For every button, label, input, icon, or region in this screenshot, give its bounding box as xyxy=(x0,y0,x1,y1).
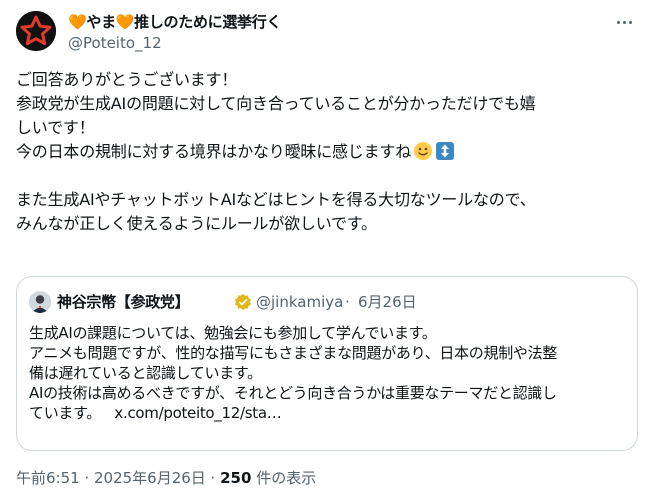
quoted-line: 備は遅れていると認識しています。 xyxy=(29,364,262,382)
quoted-tweet-link[interactable]: x.com/poteito_12/sta… xyxy=(114,404,281,422)
tweet-line xyxy=(16,164,641,188)
quoted-line: アニメも問題ですが、性的な描写にもさまざまな問題があり、日本の規制や法整 xyxy=(29,344,558,362)
tweet-timestamp[interactable]: 午前6:51 · 2025年6月26日 · xyxy=(16,469,220,487)
quoted-date: 6月26日 xyxy=(358,293,417,311)
quoted-tweet-text: 生成AIの課題については、勉強会にも参加して学んでいます。 アニメも問題ですが、… xyxy=(29,323,629,423)
more-options-icon[interactable] xyxy=(613,13,635,31)
views-label: 件の表示 xyxy=(251,469,317,487)
tweet-line: しいです！ xyxy=(16,118,95,137)
author-display-name[interactable]: 🧡やま🧡推しのために選挙行く xyxy=(68,12,281,32)
tweet-header: 🧡やま🧡推しのために選挙行く @Poteito_12 xyxy=(16,11,637,59)
up-down-arrow-icon xyxy=(436,142,455,160)
quoted-author-handle: @jinkamiya xyxy=(256,293,344,311)
quoted-line: ています。 xyxy=(29,404,102,422)
view-count: 250 xyxy=(220,469,252,487)
author-handle[interactable]: @Poteito_12 xyxy=(68,33,162,53)
quoted-tweet-card[interactable]: 神谷宗幣【参政党】 @jinkamiya · 6月26日 生成AIの課題について… xyxy=(16,276,638,451)
tweet-line-with-emoji: 今の日本の規制に対する境界はかなり曖昧に感じますね xyxy=(16,140,641,164)
tweet-line: 参政党が生成AIの問題に対して向き合っていることが分かっただけでも嬉 xyxy=(16,94,536,113)
tweet-line: また生成AIやチャットボットAIなどはヒントを得る大切なツールなので、 xyxy=(16,190,536,209)
quoted-line: 生成AIの課題については、勉強会にも参加して学んでいます。 xyxy=(29,324,437,342)
quoted-line: AIの技術は高めるべきですが、それとどう向き合うかは重要なテーマだと認識し xyxy=(29,384,557,402)
author-avatar[interactable] xyxy=(16,11,56,51)
tweet-meta: 午前6:51 · 2025年6月26日 · 250 件の表示 xyxy=(16,468,316,488)
quoted-author-name: 神谷宗幣【参政党】 xyxy=(57,293,190,311)
slightly-smiling-face-icon xyxy=(414,142,433,160)
tweet-line: ご回答ありがとうございます！ xyxy=(16,70,238,89)
tweet-line: みんなが正しく使えるようにルールが欲しいです。 xyxy=(16,214,377,233)
tweet-line: 今の日本の規制に対する境界はかなり曖昧に感じますね xyxy=(16,142,412,161)
quoted-separator: · xyxy=(345,293,350,311)
verified-badge-icon xyxy=(234,293,252,311)
quoted-last-line: ています。 x.com/poteito_12/sta… xyxy=(29,403,629,423)
tweet-text: ご回答ありがとうございます！ 参政党が生成AIの問題に対して向き合っていることが… xyxy=(16,68,641,236)
quoted-author-avatar xyxy=(29,291,51,313)
